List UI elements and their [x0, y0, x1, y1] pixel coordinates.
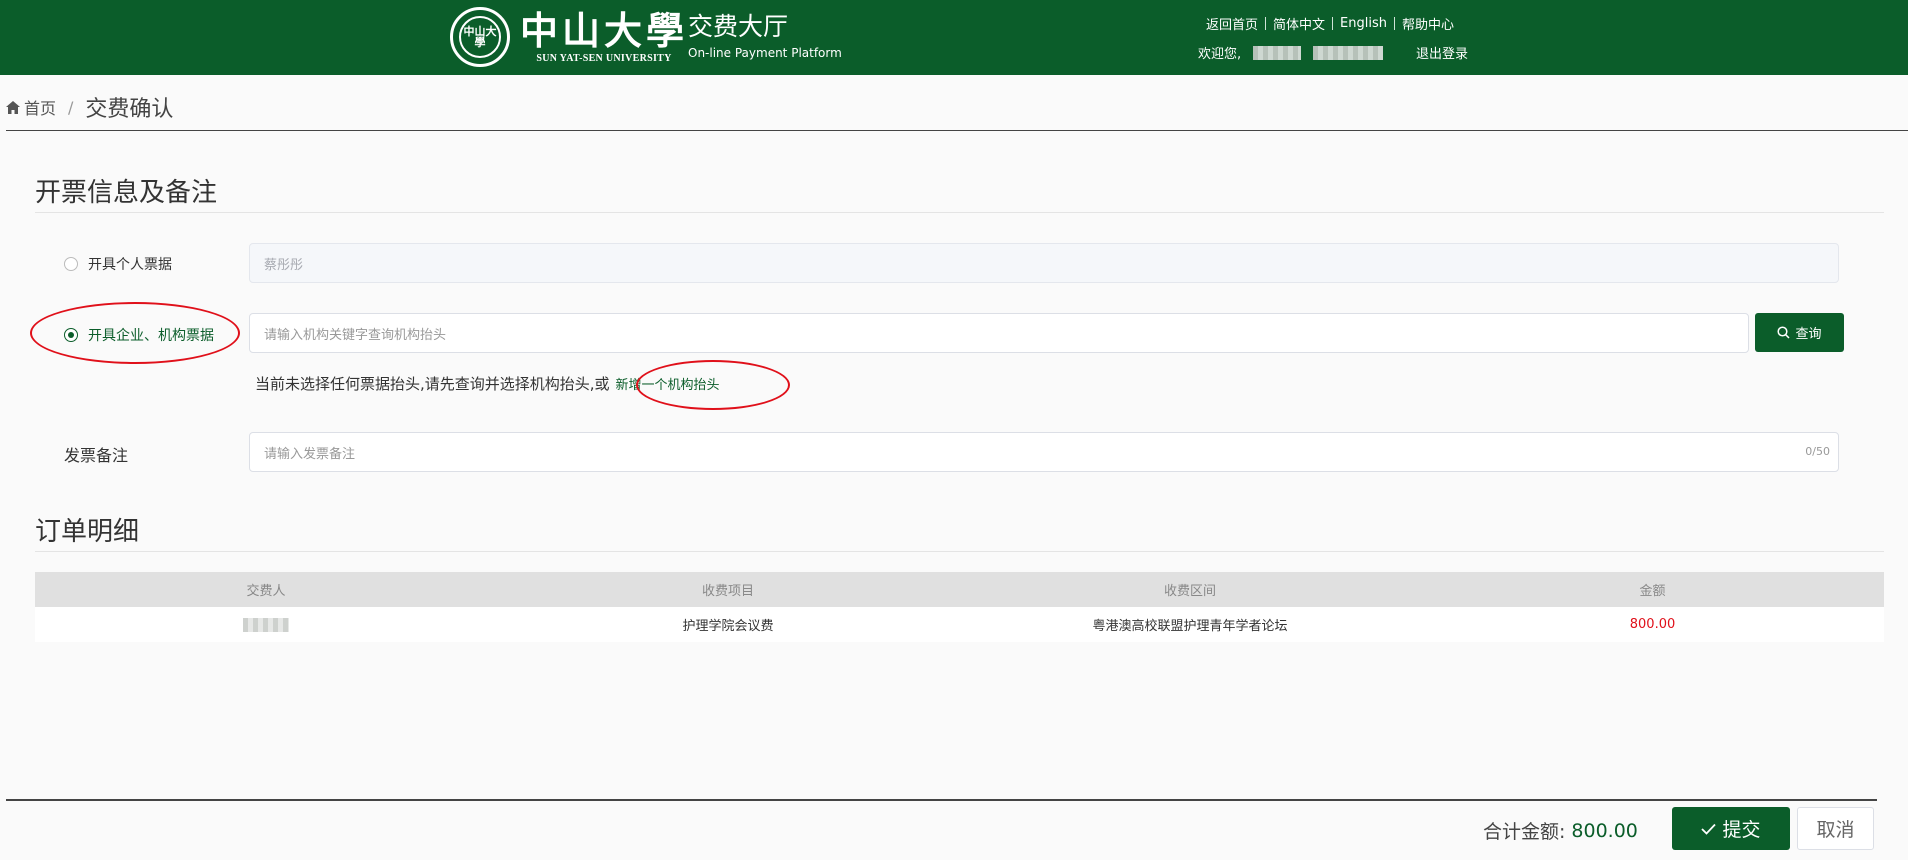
table-header: 交费人 收费项目 收费区间 金额	[35, 572, 1884, 607]
platform-title-en: On-line Payment Platform	[688, 46, 842, 60]
home-icon	[6, 100, 20, 114]
remark-placeholder: 请输入发票备注	[264, 446, 356, 462]
org-search-input[interactable]: 请输入机构关键字查询机构抬头	[249, 313, 1749, 353]
invoice-section-divider	[35, 212, 1884, 213]
cell-payer	[35, 607, 497, 642]
link-divider	[1393, 16, 1395, 30]
cell-range: 粤港澳高校联盟护理青年学者论坛	[1092, 619, 1288, 634]
university-name-en: SUN YAT-SEN UNIVERSITY	[536, 52, 672, 64]
breadcrumb-home[interactable]: 首页	[24, 95, 56, 119]
annotation-ellipse-org-radio	[30, 302, 240, 364]
cell-amount: 800.00	[1629, 617, 1676, 632]
total-amount: 合计金额: 800.00	[1483, 817, 1638, 844]
remark-char-counter: 0/50	[1805, 445, 1830, 458]
radio-personal-button[interactable]	[64, 257, 78, 271]
radio-personal-label: 开具个人票据	[88, 257, 172, 273]
personal-name-field: 蔡彤彤	[249, 243, 1839, 283]
platform-title-cn: 交费大厅	[688, 12, 789, 41]
annotation-ellipse-add-link	[636, 360, 790, 410]
search-button[interactable]: 查询	[1755, 313, 1844, 352]
hint-text: 当前未选择任何票据抬头,请先查询并选择机构抬头,或	[255, 375, 610, 393]
search-icon	[1777, 326, 1791, 339]
column-header-amount: 金额	[1639, 584, 1666, 599]
logout-link[interactable]: 退出登录	[1416, 43, 1468, 62]
column-header-item: 收费项目	[701, 584, 754, 599]
submit-button[interactable]: 提交	[1672, 807, 1790, 850]
link-divider	[1332, 16, 1334, 30]
top-header: 中山大學 中山大學 SUN YAT-SEN UNIVERSITY 交费大厅 On…	[0, 0, 1908, 75]
blurred-payer-name	[243, 617, 289, 632]
welcome-label: 欢迎您,	[1198, 47, 1242, 62]
search-button-label: 查询	[1795, 327, 1822, 342]
footer-divider	[6, 799, 1877, 801]
breadcrumb-separator: /	[68, 97, 74, 117]
breadcrumb-divider	[6, 130, 1908, 131]
table-row: 护理学院会议费 粤港澳高校联盟护理青年学者论坛 800.00	[35, 607, 1884, 642]
link-simplified-chinese[interactable]: 简体中文	[1273, 14, 1325, 33]
order-section-divider	[35, 551, 1884, 552]
link-back-home[interactable]: 返回首页	[1206, 14, 1258, 33]
link-english[interactable]: English	[1340, 16, 1387, 31]
total-label: 合计金额:	[1483, 821, 1566, 843]
university-seal-icon: 中山大學	[450, 7, 510, 67]
breadcrumb: 首页 / 交费确认	[6, 92, 173, 122]
order-section-title: 订单明细	[35, 517, 140, 547]
page-title: 交费确认	[85, 97, 174, 122]
cell-item: 护理学院会议费	[682, 619, 774, 634]
column-header-range: 收费区间	[1163, 584, 1216, 599]
remark-label: 发票备注	[64, 446, 129, 465]
university-name-cn: 中山大學	[520, 7, 689, 53]
invoice-section-title: 开票信息及备注	[35, 178, 218, 208]
welcome-user: 欢迎您,	[1198, 43, 1384, 62]
blurred-user-name	[1313, 45, 1384, 60]
check-icon	[1701, 823, 1717, 835]
link-divider	[1265, 16, 1267, 30]
seal-text: 中山大學	[459, 16, 501, 58]
column-header-payer: 交费人	[246, 584, 286, 599]
remark-input[interactable]: 请输入发票备注 0/50	[249, 432, 1839, 472]
top-links: 返回首页 简体中文 English 帮助中心	[1206, 14, 1454, 33]
blurred-user-id	[1253, 45, 1302, 60]
university-name: 中山大學 SUN YAT-SEN UNIVERSITY	[520, 7, 689, 64]
link-help-center[interactable]: 帮助中心	[1402, 14, 1454, 33]
radio-personal-invoice[interactable]: 开具个人票据	[64, 254, 172, 274]
platform-title: 交费大厅 On-line Payment Platform	[688, 12, 842, 60]
total-value: 800.00	[1571, 819, 1638, 842]
order-table: 交费人 收费项目 收费区间 金额 护理学院会议费 粤港澳高校联盟护理青年学者论坛…	[35, 572, 1884, 642]
cancel-button[interactable]: 取消	[1797, 807, 1874, 850]
submit-label: 提交	[1722, 819, 1761, 841]
university-logo[interactable]: 中山大學 中山大學 SUN YAT-SEN UNIVERSITY	[450, 7, 688, 67]
